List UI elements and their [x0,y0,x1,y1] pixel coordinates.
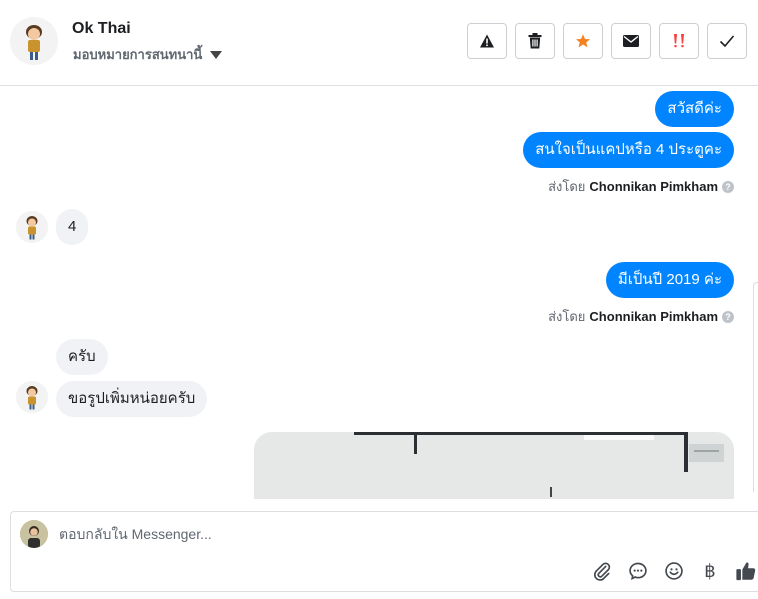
reply-composer: ฿ [10,511,758,592]
sent-by-prefix: ส่งโดย [548,179,586,194]
message-bubble-outgoing[interactable]: สวัสดีค่ะ [655,91,734,127]
double-exclamation-icon [674,34,684,48]
assign-label: มอบหมายการสนทนานี้ [73,47,203,62]
agent-avatar [20,520,48,548]
saved-reply-button[interactable] [626,559,650,583]
message-bubble-incoming[interactable]: 4 [56,209,89,245]
emoji-button[interactable] [662,559,686,583]
contact-avatar-small[interactable] [16,381,48,413]
report-spam-button[interactable] [467,23,507,59]
help-icon[interactable]: ? [722,310,734,323]
sent-by-label: ส่งโดย Chonnikan Pimkham ? [548,176,734,197]
warning-icon [480,34,494,48]
thumbs-up-icon [736,562,756,581]
payment-button[interactable]: ฿ [698,559,722,583]
checkmark-icon [719,35,735,48]
envelope-icon [623,35,639,47]
mark-done-button[interactable] [707,23,747,59]
sent-by-prefix: ส่งโดย [548,309,586,324]
message-bubble-incoming[interactable]: ขอรูปเพิ่มหน่อยครับ [56,381,208,417]
message-bubble-outgoing[interactable]: มีเป็นปี 2019 ค่ะ [605,262,734,298]
star-icon [576,34,590,48]
header-actions [467,23,747,59]
mark-unread-button[interactable] [611,23,651,59]
sent-by-label: ส่งโดย Chonnikan Pimkham ? [548,306,734,327]
send-like-button[interactable] [734,559,758,583]
caret-down-icon [210,51,223,59]
star-button[interactable] [563,23,603,59]
conversation-header: Ok Thai มอบหมายการสนทนานี้ [0,0,758,86]
sent-by-name: Chonnikan Pimkham [589,179,718,194]
conversation-thread[interactable]: สวัสดีค่ะ สนใจเป็นแคปหรือ 4 ประตูคะ ส่งโ… [0,87,758,499]
contact-name: Ok Thai [72,20,131,37]
attach-file-button[interactable] [590,559,614,583]
side-panel-edge [753,282,758,492]
follow-up-button[interactable] [659,23,699,59]
saved-reply-icon [629,562,647,580]
paperclip-icon [593,562,611,581]
image-attachment[interactable] [254,432,734,499]
trash-icon [528,33,542,49]
baht-payment-icon: ฿ [704,560,716,581]
assign-conversation-dropdown[interactable]: มอบหมายการสนทนานี้ [73,44,223,65]
contact-avatar-small[interactable] [16,211,48,243]
emoji-icon [665,562,683,580]
message-bubble-outgoing[interactable]: สนใจเป็นแคปหรือ 4 ประตูคะ [523,132,734,168]
contact-avatar[interactable] [10,17,58,65]
reply-input[interactable] [59,526,659,542]
message-bubble-incoming[interactable]: ครับ [56,339,108,375]
sent-by-name: Chonnikan Pimkham [589,309,718,324]
help-icon[interactable]: ? [722,180,734,193]
delete-button[interactable] [515,23,555,59]
composer-tools: ฿ [590,559,758,583]
